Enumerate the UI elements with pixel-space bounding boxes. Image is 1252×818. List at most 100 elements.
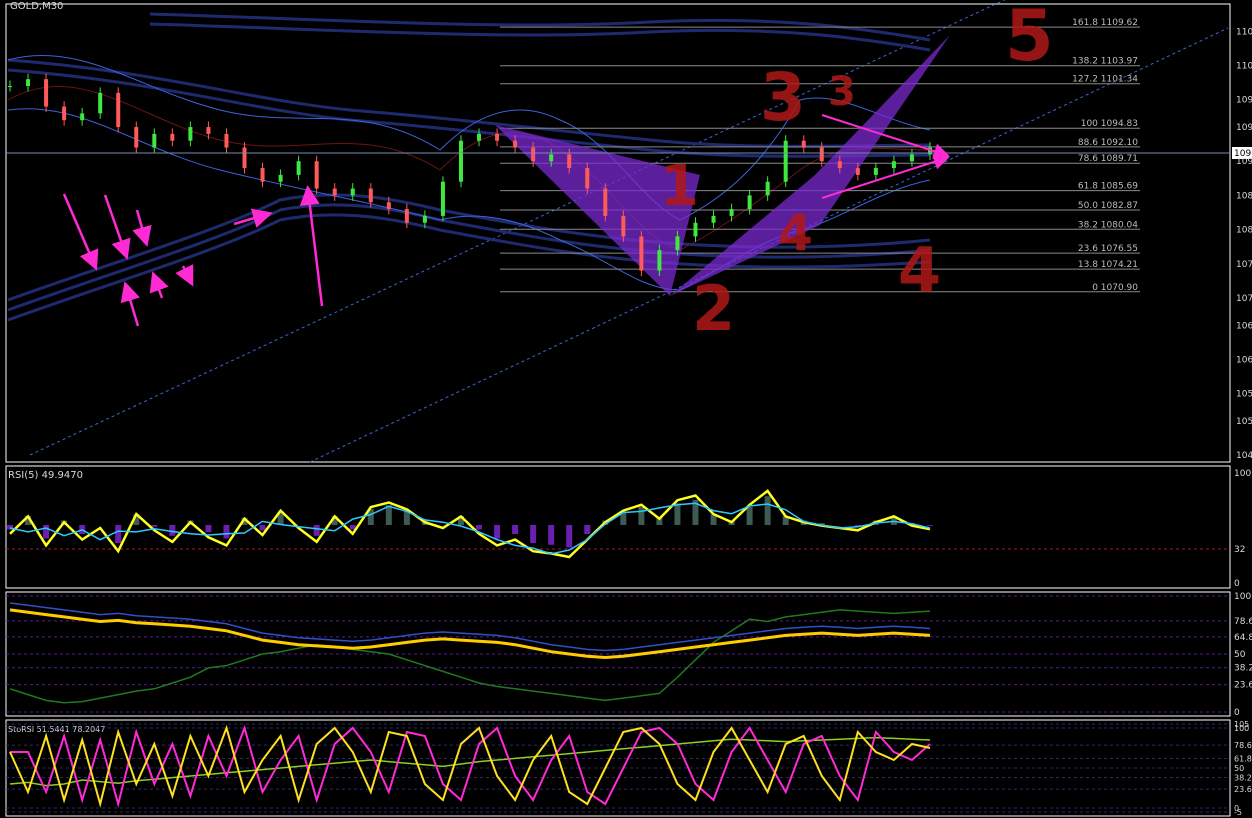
price-axis-tick: 1075 [1236, 260, 1252, 270]
rsi-hist-bar [638, 507, 645, 525]
channel-line-upper [29, 0, 1006, 456]
fib-label: 138.2 1103.97 [1072, 57, 1138, 67]
candle-body [765, 181, 770, 196]
rsi-hist-bar [115, 525, 122, 543]
candle-body [477, 133, 482, 141]
price-axis-tick: 1095 [1236, 123, 1252, 133]
osc-axis-tick: -5 [1234, 808, 1242, 817]
candle-body [693, 222, 698, 237]
rsi-pane[interactable]: RSI(5) 49.9470 100 32 0 [5, 465, 1251, 589]
fib-label: 50.0 1082.87 [1078, 201, 1138, 211]
rsi-hist-bar [746, 507, 753, 525]
rsi-hist-bar [43, 525, 50, 539]
fib-label: 23.6 1076.55 [1078, 244, 1138, 254]
stoch-axis: 100 78.6 64.8 50 38.2 23.6 0 [1234, 592, 1252, 718]
rsi-lines [9, 489, 931, 559]
candle-body [98, 92, 103, 114]
rsi-hist-bar [476, 525, 483, 530]
wave-label-4: 4 [898, 234, 941, 307]
candle-body [440, 181, 445, 216]
candle-body [531, 147, 536, 162]
candle-body [26, 79, 31, 87]
stoch-gridlines [6, 595, 1230, 713]
stoch-axis-tick: 78.6 [1234, 617, 1252, 627]
candle-body [188, 127, 193, 141]
stoch-lines [9, 602, 931, 704]
stoch-axis-tick: 0 [1234, 708, 1240, 718]
candle-body [711, 215, 716, 223]
candle-body [296, 161, 301, 175]
chart-title: GOLD,M30 [10, 1, 63, 12]
osc-axis-tick: 50 [1234, 764, 1244, 773]
wave-label-2: 2 [692, 272, 735, 345]
candle-body [62, 106, 67, 121]
price-axis-tick: 1109 [1236, 27, 1252, 37]
main-pane[interactable]: GOLD,M30 161.8 1109.62 138.2 1103.97 127.2… [5, 0, 1252, 463]
candle-body [837, 161, 842, 169]
candle-body [458, 140, 463, 182]
price-axis-tick: 1066 [1236, 321, 1252, 331]
candle-body [170, 133, 175, 141]
candle-body [224, 133, 229, 148]
price-axis-tick: 1056 [1236, 390, 1252, 400]
candle-body [422, 215, 427, 223]
rsi-hist-bar [584, 525, 591, 534]
price-axis-tick: 1104 [1236, 62, 1252, 72]
candle-body [603, 188, 608, 216]
rsi-hist-bar [385, 505, 392, 525]
candle-body [260, 168, 265, 182]
candle-body [134, 127, 139, 148]
candle-body [585, 168, 590, 189]
fib-label: 13.8 1074.21 [1078, 260, 1138, 270]
candle-body [873, 168, 878, 175]
stoch-axis-tick: 50 [1234, 650, 1246, 660]
candle-body [891, 161, 896, 169]
rsi-line [9, 489, 931, 559]
price-axis-tick: 1090 [1236, 157, 1252, 167]
rsi-hist-bar [548, 525, 555, 545]
rsi-hist-bar [259, 525, 266, 531]
rsi-axis-100: 100 [1234, 469, 1251, 479]
candle-body [278, 174, 283, 182]
candle-body [314, 161, 319, 189]
fib-label: 88.6 1092.10 [1078, 138, 1138, 148]
price-axis-tick: 1080 [1236, 226, 1252, 236]
rsi-hist-bar [205, 525, 212, 533]
fib-label: 38.2 1080.04 [1078, 220, 1138, 230]
price-axis: 1109 1104 1099 1095 1090 1085 1080 1075 1070 1066… [1236, 27, 1252, 461]
candle-body [747, 195, 752, 210]
stoch-axis-tick: 23.6 [1234, 681, 1252, 691]
rsi-signal-line [9, 502, 931, 555]
price-axis-tick: 1047 [1236, 451, 1252, 461]
rsi-hist-bar [764, 496, 771, 525]
wave-label-3b: 3 [828, 69, 856, 115]
stoch-axis-tick: 38.2 [1234, 664, 1252, 674]
rsi-hist-bar [151, 525, 158, 527]
candle-body [332, 188, 337, 196]
candle-body [368, 188, 373, 203]
price-axis-tick: 1085 [1236, 191, 1252, 201]
price-axis-tick: 1061 [1236, 355, 1252, 365]
stoch-pane[interactable]: 100 78.6 64.8 50 38.2 23.6 0 [5, 591, 1252, 718]
rsi-hist-bar [223, 525, 230, 539]
candle-body [404, 209, 409, 223]
candle-body [44, 79, 49, 107]
candle-body [657, 250, 662, 271]
rsi-hist-bar [566, 525, 573, 548]
trading-chart[interactable]: GOLD,M30 161.8 1109.62 138.2 1103.97 127.2… [0, 0, 1252, 818]
fib-label: 0 1070.90 [1092, 283, 1138, 293]
fib-label: 61.8 1085.69 [1078, 182, 1138, 192]
stoch-axis-tick: 100 [1234, 592, 1251, 602]
osc-pane[interactable]: StoRSI 51.5441 78.2047 10510078.661.8503… [5, 719, 1252, 817]
wave-label-5: 5 [1005, 0, 1054, 77]
candle-body [729, 209, 734, 216]
candle-body [152, 133, 157, 148]
candle-body [621, 215, 626, 237]
rsi-axis-32: 32 [1234, 545, 1245, 555]
rsi-hist-bar [512, 525, 519, 534]
rsi-hist-bar [494, 525, 501, 539]
candle-body [242, 147, 247, 169]
candle-body [855, 168, 860, 175]
candle-body [513, 140, 518, 148]
fib-label: 161.8 1109.62 [1072, 18, 1138, 28]
